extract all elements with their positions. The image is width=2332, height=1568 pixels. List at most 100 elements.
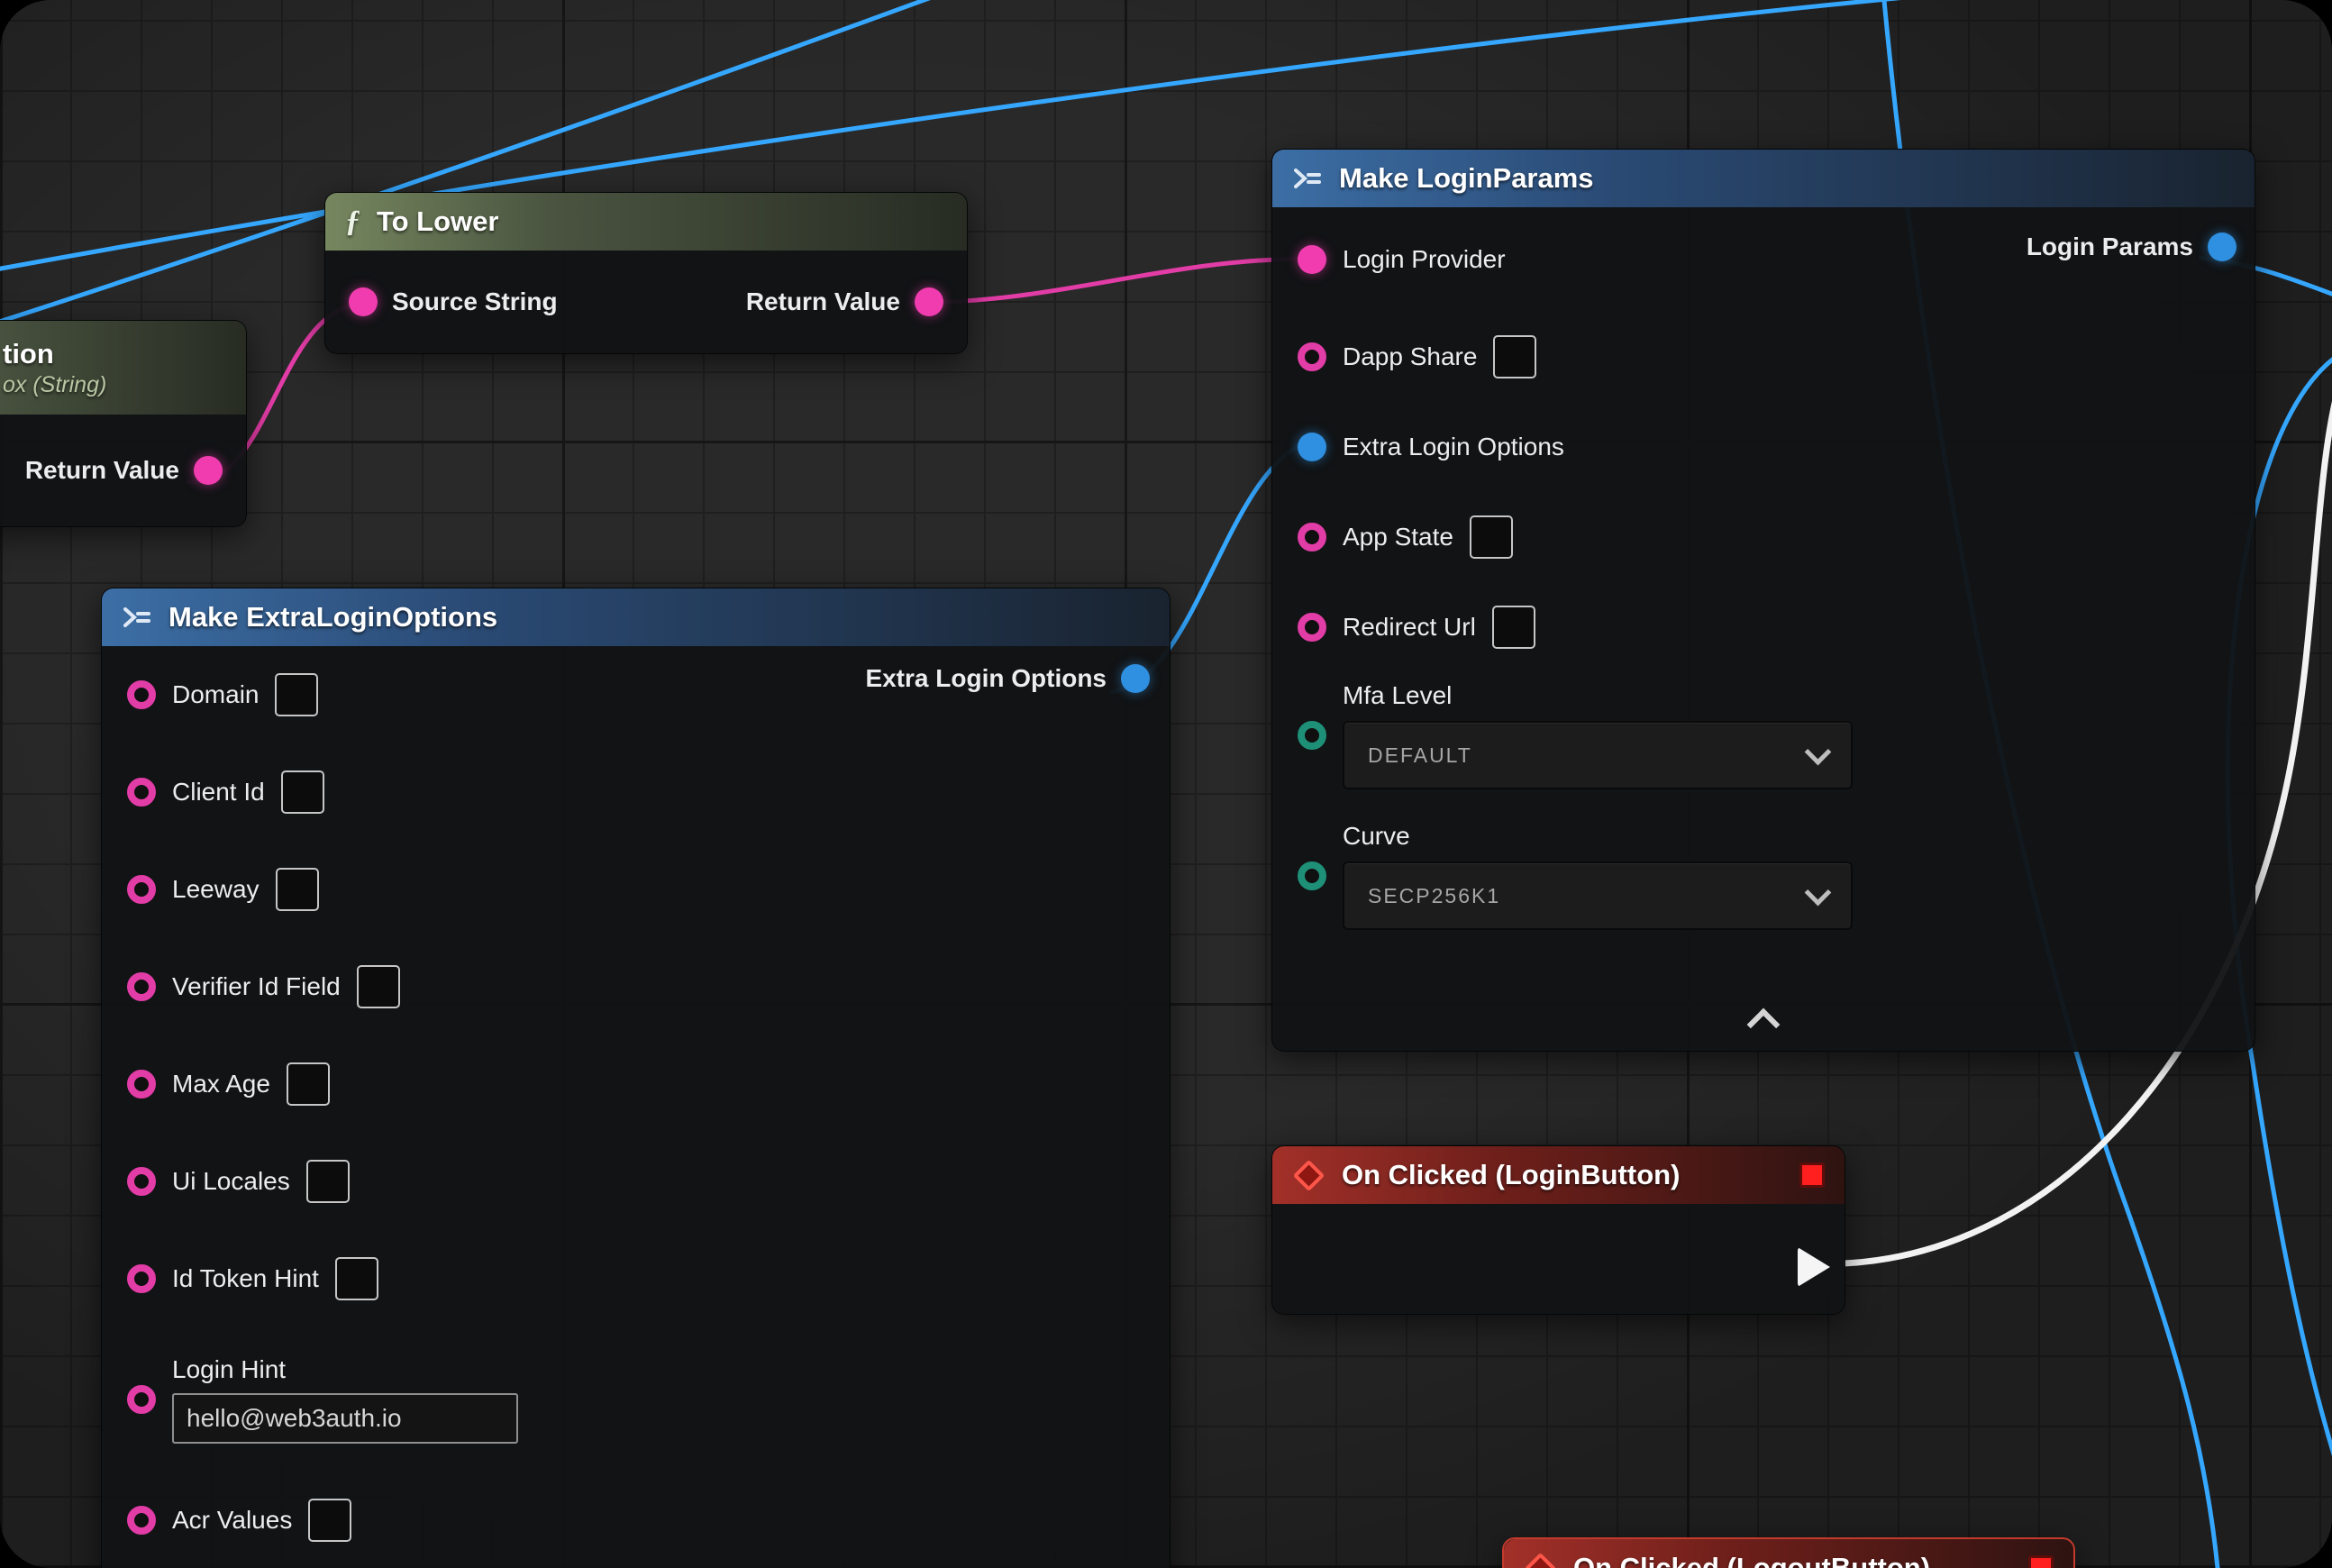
input-pin-extra-login-options[interactable]	[1298, 433, 1326, 461]
checkbox-acr-values[interactable]	[308, 1499, 351, 1542]
input-pin-client-id[interactable]	[127, 778, 156, 807]
chevron-down-icon	[1805, 738, 1832, 765]
input-pin-id-token-hint[interactable]	[127, 1264, 156, 1293]
input-pin-redirect-url[interactable]	[1298, 613, 1326, 642]
blueprint-graph-canvas[interactable]: tion ox (String) Return Value ƒ To Lower…	[0, 0, 2332, 1568]
window-frame: tion ox (String) Return Value ƒ To Lower…	[0, 0, 2332, 1568]
pin-label-return-value: Return Value	[25, 456, 179, 485]
input-pin-domain[interactable]	[127, 680, 156, 709]
pin-label: Login Hint	[172, 1355, 518, 1384]
pin-label: Client Id	[172, 778, 265, 807]
node-subtitle: ox (String)	[3, 372, 106, 398]
pin-label: Login Provider	[1343, 245, 1506, 274]
output-pin-return-value[interactable]	[194, 456, 223, 485]
node-to-lower[interactable]: ƒ To Lower Source String Return Value	[324, 192, 968, 354]
node-title: On Clicked (LoginButton)	[1342, 1159, 1680, 1191]
pin-label: Ui Locales	[172, 1167, 290, 1196]
node-header[interactable]: ƒ To Lower	[325, 193, 967, 251]
pin-label: Id Token Hint	[172, 1264, 319, 1293]
input-pin-mfa-level[interactable]	[1298, 721, 1326, 750]
input-pin-ui-locales[interactable]	[127, 1167, 156, 1196]
checkbox-ui-locales[interactable]	[306, 1160, 350, 1203]
mfa-level-dropdown[interactable]: DEFAULT	[1343, 721, 1853, 789]
pin-row-app-state: App State	[1272, 492, 2255, 582]
pin-row-id-token-hint: Id Token Hint	[102, 1230, 1170, 1327]
checkbox-leeway[interactable]	[276, 868, 319, 911]
pin-label: Mfa Level	[1343, 681, 1853, 710]
pin-row-redirect-url: Redirect Url	[1272, 582, 2255, 672]
pin-label: Acr Values	[172, 1506, 292, 1535]
curve-dropdown[interactable]: SECP256K1	[1343, 861, 1853, 930]
node-title: On Clicked (LogoutButton)	[1573, 1552, 1930, 1568]
login-hint-input[interactable]	[172, 1393, 518, 1444]
input-pin-leeway[interactable]	[127, 875, 156, 904]
checkbox-domain[interactable]	[275, 673, 318, 716]
chevron-down-icon	[1805, 879, 1832, 906]
node-header[interactable]: Make ExtraLoginOptions	[102, 588, 1170, 646]
input-pin-login-hint[interactable]	[127, 1385, 156, 1414]
pin-row-verifier-id-field: Verifier Id Field	[102, 938, 1170, 1035]
delegate-pin[interactable]	[1799, 1162, 1825, 1188]
wire-tolower-to-loginprovider	[912, 259, 1313, 303]
node-title: To Lower	[377, 205, 498, 238]
node-on-clicked-logout-button[interactable]: On Clicked (LogoutButton)	[1502, 1537, 2075, 1568]
node-header[interactable]: Make LoginParams	[1272, 150, 2255, 207]
input-pin-acr-values[interactable]	[127, 1506, 156, 1535]
collapse-node-button[interactable]	[1747, 1008, 1781, 1042]
node-header[interactable]: tion ox (String)	[0, 321, 246, 415]
pin-label: Curve	[1343, 822, 1853, 851]
pin-label: Max Age	[172, 1070, 270, 1099]
pin-label: Domain	[172, 680, 259, 709]
event-icon	[1525, 1552, 1556, 1568]
pin-row-domain: Domain	[102, 646, 1170, 743]
event-icon	[1293, 1159, 1325, 1190]
checkbox-client-id[interactable]	[281, 770, 324, 814]
pin-row-login-hint: Login Hint	[102, 1327, 1170, 1472]
make-struct-icon	[1292, 167, 1323, 190]
node-header[interactable]: On Clicked (LogoutButton)	[1504, 1539, 2073, 1568]
output-pin-extra-login-options[interactable]	[1121, 664, 1150, 693]
checkbox-verifier-id-field[interactable]	[357, 965, 400, 1008]
node-title: tion	[3, 338, 54, 370]
pin-label: Dapp Share	[1343, 342, 1477, 371]
input-pin-dapp-share[interactable]	[1298, 342, 1326, 371]
checkbox-redirect-url[interactable]	[1492, 606, 1535, 649]
checkbox-id-token-hint[interactable]	[335, 1257, 378, 1300]
pin-label-login-params: Login Params	[2027, 232, 2193, 261]
exec-output-pin[interactable]	[1798, 1247, 1830, 1287]
input-pin-login-provider[interactable]	[1298, 245, 1326, 274]
pin-label: Extra Login Options	[1343, 433, 1564, 461]
checkbox-max-age[interactable]	[287, 1062, 330, 1106]
input-pin-max-age[interactable]	[127, 1070, 156, 1099]
input-pin-verifier-id-field[interactable]	[127, 972, 156, 1001]
pin-label: Redirect Url	[1343, 613, 1476, 642]
checkbox-app-state[interactable]	[1470, 515, 1513, 559]
input-pin-app-state[interactable]	[1298, 523, 1326, 552]
input-pin-source-string[interactable]	[349, 287, 378, 316]
pin-label: Verifier Id Field	[172, 972, 341, 1001]
pin-row-ui-locales: Ui Locales	[102, 1133, 1170, 1230]
node-header[interactable]: On Clicked (LoginButton)	[1272, 1146, 1845, 1204]
pin-row-leeway: Leeway	[102, 841, 1170, 938]
pin-row-mfa-level: Mfa Level DEFAULT	[1272, 672, 2255, 789]
output-pin-login-params[interactable]	[2208, 232, 2236, 261]
node-make-login-params[interactable]: Make LoginParams Login Params Login Prov…	[1271, 149, 2255, 1052]
node-get-text-partial[interactable]: tion ox (String) Return Value	[0, 320, 247, 527]
pin-label-extra-login-options: Extra Login Options	[865, 664, 1107, 693]
delegate-pin[interactable]	[2028, 1555, 2054, 1568]
pin-row-max-age: Max Age	[102, 1035, 1170, 1133]
pin-label: Leeway	[172, 875, 260, 904]
node-on-clicked-login-button[interactable]: On Clicked (LoginButton)	[1271, 1145, 1845, 1315]
pin-row-acr-values: Acr Values	[102, 1472, 1170, 1568]
node-make-extra-login-options[interactable]: Make ExtraLoginOptions Extra Login Optio…	[101, 588, 1171, 1568]
dropdown-value: SECP256K1	[1368, 884, 1500, 908]
node-title: Make LoginParams	[1339, 162, 1594, 195]
pin-label: App State	[1343, 523, 1453, 552]
input-pin-curve[interactable]	[1298, 861, 1326, 890]
output-pin-return-value[interactable]	[915, 287, 943, 316]
function-icon: ƒ	[345, 205, 360, 239]
pin-row-dapp-share: Dapp Share	[1272, 312, 2255, 402]
dropdown-value: DEFAULT	[1368, 743, 1472, 768]
checkbox-dapp-share[interactable]	[1493, 335, 1536, 378]
pin-row-curve: Curve SECP256K1	[1272, 813, 2255, 930]
